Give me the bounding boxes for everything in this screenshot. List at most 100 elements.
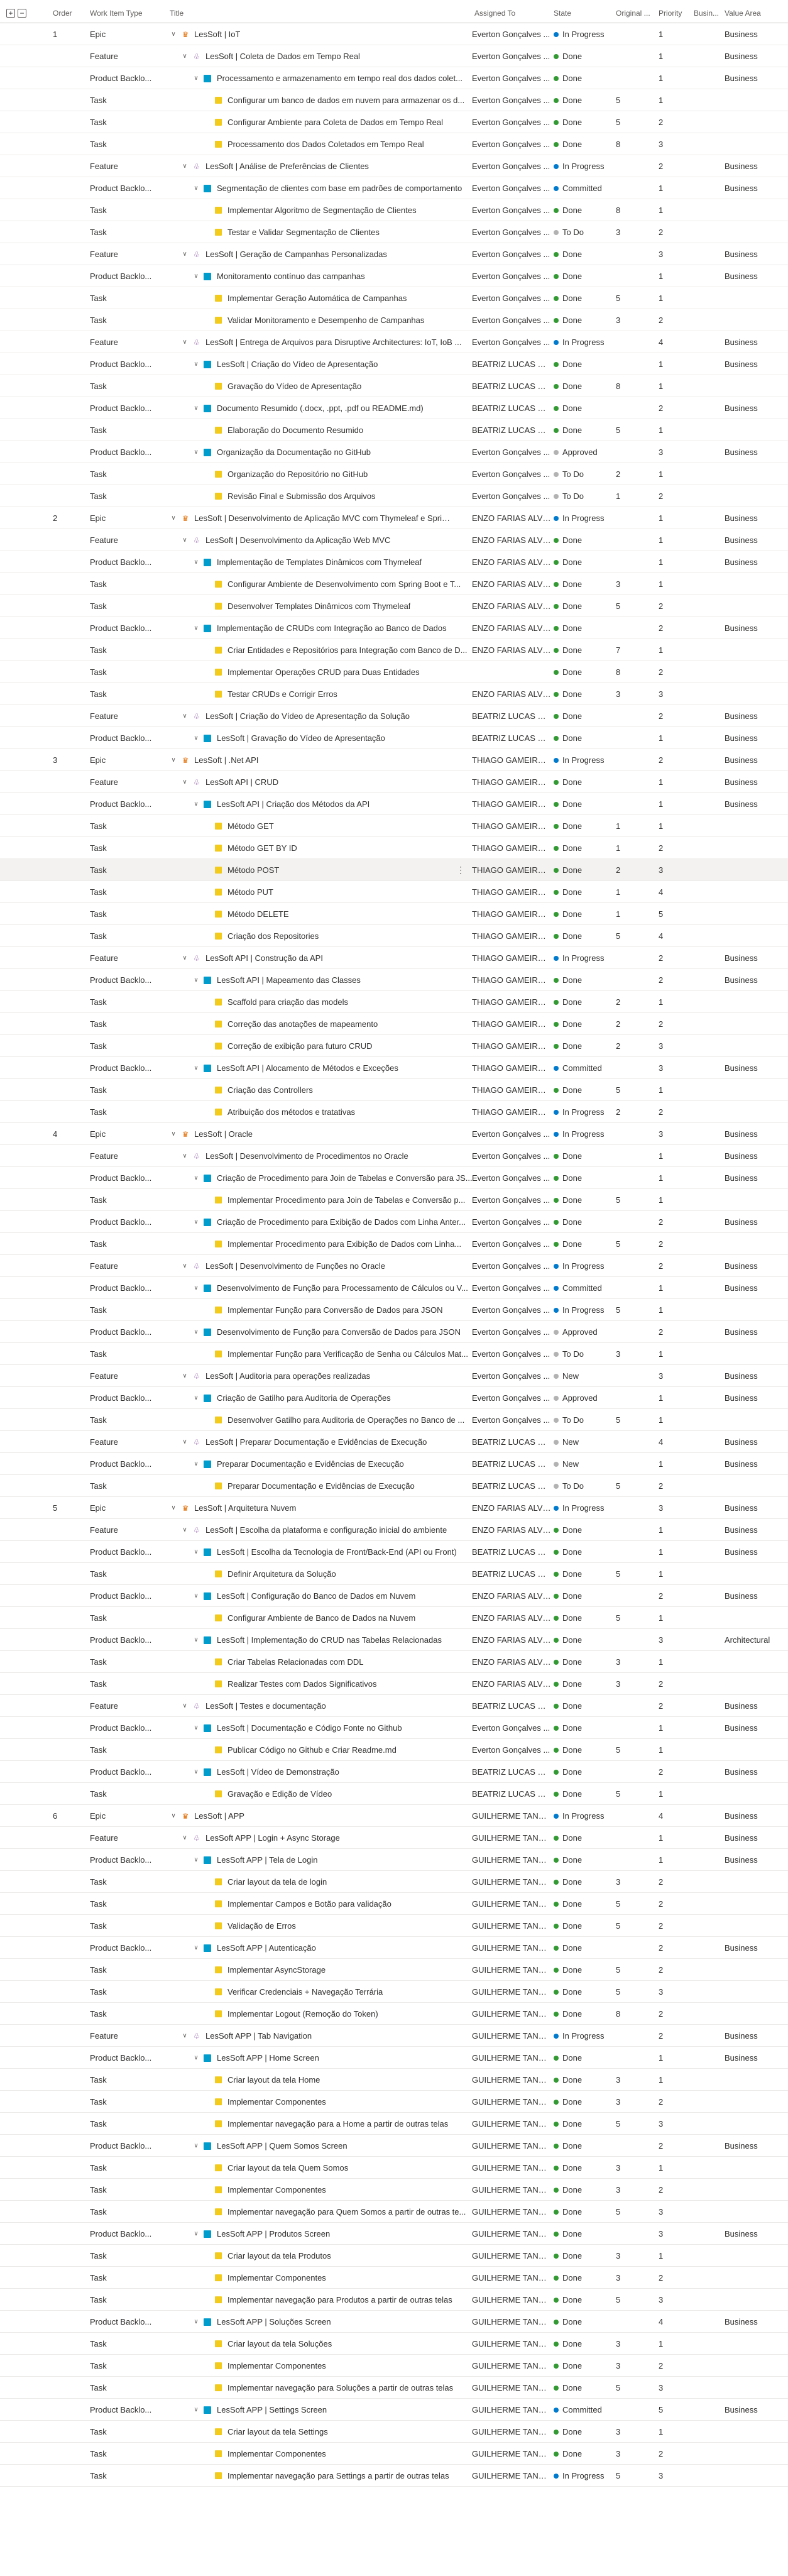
chevron-down-icon[interactable]: ∨ [181,947,189,969]
work-item-title[interactable]: Configurar Ambiente para Coleta de Dados… [227,111,443,133]
work-item-title[interactable]: Implementar Logout (Remoção do Token) [227,2003,378,2025]
backlog-row[interactable]: Task Configurar Ambiente de Desenvolvimen… [0,573,788,595]
backlog-row[interactable]: Task Implementar Procedimento para Exibiç… [0,1233,788,1255]
collapse-all-button[interactable]: − [18,9,26,18]
backlog-row[interactable]: Task Correção de exibição para futuro CRU… [0,1035,788,1057]
backlog-row[interactable]: Feature ∨ ♧ LesSoft | Desenvolvimento de Fu… [0,1255,788,1277]
backlog-row[interactable]: Feature ∨ ♧ LesSoft APP | Tab Navigation GUI… [0,2025,788,2047]
work-item-title[interactable]: Implementar navegação para Quem Somos a … [227,2201,466,2223]
backlog-row[interactable]: Product Backlo... ∨ Desenvolvimento de Fun… [0,1277,788,1299]
work-item-title[interactable]: Implementar Componentes [227,2267,326,2289]
backlog-row[interactable]: Product Backlo... ∨ LesSoft API | Alocamen… [0,1057,788,1079]
chevron-down-icon[interactable]: ∨ [181,771,189,793]
work-item-title[interactable]: LesSoft APP | Tab Navigation [205,2025,312,2047]
work-item-title[interactable]: LesSoft | Auditoria para operações reali… [205,1365,370,1387]
work-item-title[interactable]: LesSoft | Preparar Documentação e Evidên… [205,1431,427,1453]
chevron-down-icon[interactable]: ∨ [192,177,200,199]
backlog-row[interactable]: Product Backlo... ∨ LesSoft | Configuração… [0,1585,788,1607]
backlog-row[interactable]: Task Definir Arquitetura da Solução BEATRI… [0,1563,788,1585]
backlog-row[interactable]: Task Implementar Geração Automática de Ca… [0,287,788,309]
chevron-down-icon[interactable]: ∨ [181,45,189,67]
work-item-title[interactable]: Implementar Componentes [227,2179,326,2201]
chevron-down-icon[interactable]: ∨ [192,1277,200,1299]
chevron-down-icon[interactable]: ∨ [192,1211,200,1233]
work-item-title[interactable]: LesSoft | Coleta de Dados em Tempo Real [205,45,360,67]
work-item-title[interactable]: LesSoft API | CRUD [205,771,278,793]
backlog-row[interactable]: Product Backlo... ∨ LesSoft APP | Soluções… [0,2311,788,2333]
work-item-title[interactable]: Definir Arquitetura da Solução [227,1563,336,1585]
backlog-row[interactable]: Product Backlo... ∨ LesSoft API | Criação … [0,793,788,815]
work-item-title[interactable]: LesSoft API | Construção da API [205,947,323,969]
work-item-title[interactable]: Documento Resumido (.docx, .ppt, .pdf ou… [217,397,424,419]
backlog-row[interactable]: 4 Epic ∨ ♛ LesSoft | Oracle Everton Gonçalves… [0,1123,788,1145]
backlog-row[interactable]: Product Backlo... ∨ Implementação de Templ… [0,551,788,573]
work-item-title[interactable]: Implementar navegação para Settings a pa… [227,2465,449,2487]
column-header-estimate[interactable]: Original ... [616,9,650,18]
work-item-title[interactable]: Gravação e Edição de Vídeo [227,1783,332,1805]
backlog-row[interactable]: Task Implementar Componentes GUILHERME TAN… [0,2355,788,2377]
column-header-priority[interactable]: Priority [659,9,682,18]
backlog-row[interactable]: Task Implementar navegação para Soluções … [0,2377,788,2399]
backlog-row[interactable]: Feature ∨ ♧ LesSoft | Entrega de Arquivos p… [0,331,788,353]
backlog-row[interactable]: 1 Epic ∨ ♛ LesSoft | IoT Everton Gonçalves ..… [0,23,788,45]
work-item-title[interactable]: Método GET BY ID [227,837,297,859]
work-item-title[interactable]: LesSoft API | Alocamento de Métodos e Ex… [217,1057,398,1079]
backlog-row[interactable]: 2 Epic ∨ ♛ LesSoft | Desenvolvimento de Apli… [0,507,788,529]
work-item-title[interactable]: Criar layout da tela Home [227,2069,320,2091]
work-item-title[interactable]: Implementação de CRUDs com Integração ao… [217,617,447,639]
work-item-title[interactable]: Implementar Algoritmo de Segmentação de … [227,199,417,221]
work-item-title[interactable]: LesSoft | Gravação do Vídeo de Apresenta… [217,727,385,749]
backlog-row[interactable]: Feature ∨ ♧ LesSoft | Escolha da plataforma… [0,1519,788,1541]
chevron-down-icon[interactable]: ∨ [192,1541,200,1563]
work-item-title[interactable]: Criar Tabelas Relacionadas com DDL [227,1651,364,1673]
backlog-row[interactable]: Task Configurar Ambiente para Coleta de D… [0,111,788,133]
backlog-row[interactable]: Product Backlo... ∨ LesSoft APP | Produtos… [0,2223,788,2245]
backlog-row[interactable]: Product Backlo... ∨ Documento Resumido (.d… [0,397,788,419]
work-item-title[interactable]: LesSoft API | Mapeamento das Classes [217,969,361,991]
chevron-down-icon[interactable]: ∨ [192,1453,200,1475]
work-item-title[interactable]: Criação das Controllers [227,1079,313,1101]
chevron-down-icon[interactable]: ∨ [192,2135,200,2157]
backlog-row[interactable]: Task Testar CRUDs e Corrigir Erros ENZO FA… [0,683,788,705]
work-item-title[interactable]: Elaboração do Documento Resumido [227,419,363,441]
chevron-down-icon[interactable]: ∨ [170,1497,177,1519]
work-item-title[interactable]: LesSoft | Escolha da plataforma e config… [205,1519,447,1541]
work-item-title[interactable]: Correção de exibição para futuro CRUD [227,1035,373,1057]
expand-all-button[interactable]: + [6,9,15,18]
backlog-row[interactable]: Product Backlo... ∨ Implementação de CRUDs… [0,617,788,639]
column-header-assigned[interactable]: Assigned To [474,9,515,18]
backlog-row[interactable]: Task Implementar navegação para Quem Somo… [0,2201,788,2223]
chevron-down-icon[interactable]: ∨ [192,1387,200,1409]
work-item-title[interactable]: Configurar Ambiente de Desenvolvimento c… [227,573,461,595]
chevron-down-icon[interactable]: ∨ [192,2047,200,2069]
backlog-row[interactable]: Task Criar layout da tela Quem Somos GUILH… [0,2157,788,2179]
backlog-row[interactable]: Task Elaboração do Documento Resumido BEAT… [0,419,788,441]
work-item-title[interactable]: Processamento e armazenamento em tempo r… [217,67,462,89]
backlog-row[interactable]: Feature ∨ ♧ LesSoft | Criação do Vídeo de A… [0,705,788,727]
column-header-state[interactable]: State [554,9,571,18]
work-item-title[interactable]: Desenvolver Gatilho para Auditoria de Op… [227,1409,464,1431]
chevron-down-icon[interactable]: ∨ [192,727,200,749]
chevron-down-icon[interactable]: ∨ [181,331,189,353]
chevron-down-icon[interactable]: ∨ [181,1827,189,1849]
work-item-title[interactable]: LesSoft | Criação do Vídeo de Apresentaç… [217,353,378,375]
work-item-title[interactable]: Implementação de Templates Dinâmicos com… [217,551,422,573]
backlog-row[interactable]: Feature ∨ ♧ LesSoft | Testes e documentação… [0,1695,788,1717]
work-item-title[interactable]: LesSoft | IoT [194,23,240,45]
backlog-row[interactable]: Task Método DELETE THIAGO GAMEIRO ... Done 1… [0,903,788,925]
backlog-row[interactable]: Product Backlo... ∨ LesSoft | Implementaçã… [0,1629,788,1651]
backlog-row[interactable]: Product Backlo... ∨ Criação de Procediment… [0,1211,788,1233]
chevron-down-icon[interactable]: ∨ [192,1761,200,1783]
work-item-title[interactable]: Monitoramento contínuo das campanhas [217,265,365,287]
backlog-row[interactable]: Product Backlo... ∨ Criação de Gatilho par… [0,1387,788,1409]
work-item-title[interactable]: Implementar Geração Automática de Campan… [227,287,407,309]
backlog-row[interactable]: Product Backlo... ∨ Monitoramento contínuo… [0,265,788,287]
backlog-row[interactable]: Task Implementar Componentes GUILHERME TAN… [0,2179,788,2201]
work-item-title[interactable]: LesSoft | Testes e documentação [205,1695,326,1717]
backlog-row[interactable]: Feature ∨ ♧ LesSoft | Análise de Preferênci… [0,155,788,177]
work-item-title[interactable]: Scaffold para criação das models [227,991,348,1013]
chevron-down-icon[interactable]: ∨ [181,1431,189,1453]
chevron-down-icon[interactable]: ∨ [192,1057,200,1079]
backlog-row[interactable]: Feature ∨ ♧ LesSoft | Desenvolvimento de Pr… [0,1145,788,1167]
backlog-row[interactable]: Task Correção das anotações de mapeamento… [0,1013,788,1035]
